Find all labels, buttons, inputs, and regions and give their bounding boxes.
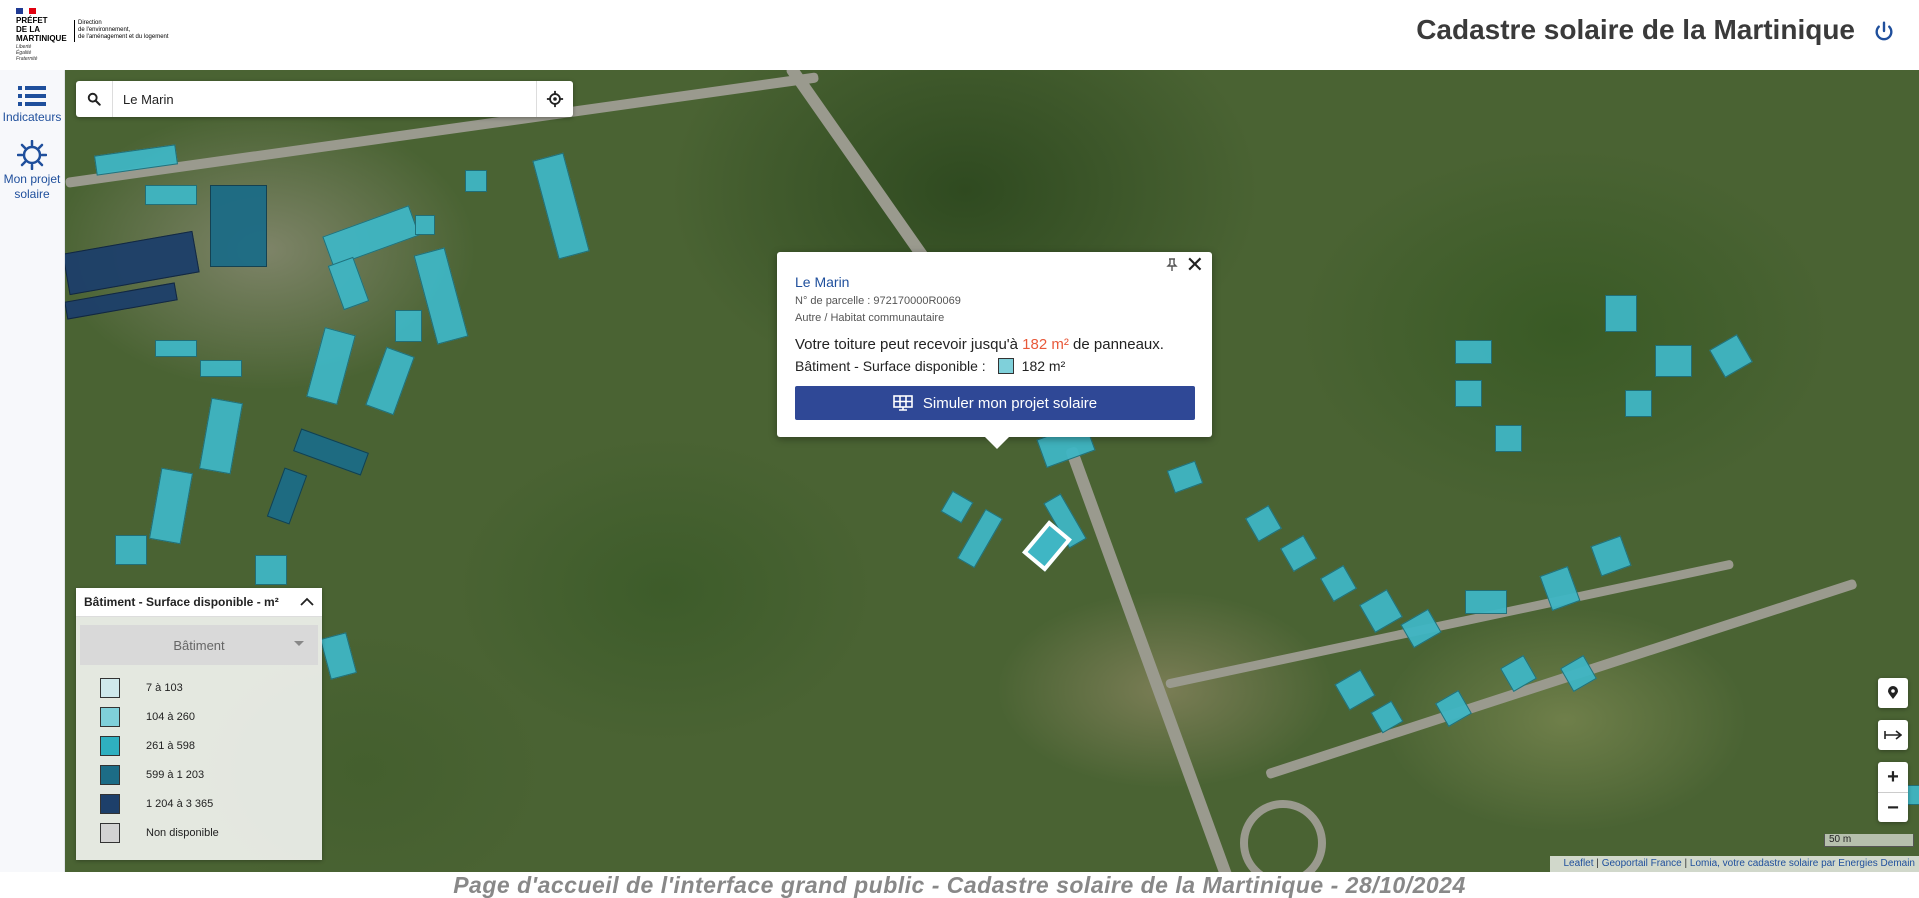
sun-icon [17,140,47,170]
popup-title: Le Marin [795,274,850,290]
building[interactable] [1560,655,1597,692]
search-icon[interactable] [76,81,113,117]
zoom-in-button[interactable]: + [1878,762,1908,793]
map-roundabout [1240,800,1326,872]
surface-value: 182 m² [1022,336,1069,353]
building[interactable] [115,535,147,565]
list-icon [18,86,46,106]
building[interactable] [255,555,287,585]
building-popup: ✕ Le Marin N° de parcelle : 972170000R00… [777,252,1212,449]
map-canvas[interactable] [65,70,1919,872]
building[interactable] [155,340,197,357]
simulate-project-button[interactable]: Simuler mon projet solaire [795,386,1195,420]
legend-panel: Bâtiment - Surface disponible - m² Bâtim… [76,588,322,860]
app-title: Cadastre solaire de la Martinique [1416,14,1855,45]
building[interactable] [1655,345,1692,377]
scale-bar: 50 m [1824,834,1914,847]
legend-item: Non disponible [76,818,322,847]
building-type: Autre / Habitat communautaire [795,312,945,324]
building[interactable] [293,428,369,476]
service-name: Direction de l'environnement, de l'aména… [74,20,169,42]
legend-item: 104 à 260 [76,702,322,731]
legend-swatch [100,677,120,698]
building[interactable] [1625,390,1652,417]
map-road [1065,445,1234,872]
legend-item: 599 à 1 203 [76,760,322,789]
building[interactable] [395,310,422,342]
pin-icon[interactable] [1166,258,1178,275]
search-bar [76,81,573,117]
legend-item: 1 204 à 3 365 [76,789,322,818]
building[interactable] [1320,565,1357,602]
chevron-up-icon[interactable] [300,597,314,607]
building[interactable] [1495,425,1522,452]
map-road [1165,559,1735,689]
building[interactable] [210,185,267,267]
power-icon[interactable] [1873,20,1899,46]
leaflet-link[interactable]: Leaflet [1564,858,1594,869]
building[interactable] [327,256,370,311]
surface-summary: Votre toiture peut recevoir jusqu'à 182 … [795,336,1164,353]
building[interactable] [465,170,487,192]
screenshot-caption: Page d'accueil de l'interface grand publ… [0,872,1919,898]
prefecture-logo: PRÉFET DE LA MARTINIQUE Liberté Égalité … [16,8,176,62]
building[interactable] [1334,669,1376,711]
legend-swatch [100,793,120,814]
building[interactable] [1280,535,1317,572]
french-flag-icon [16,8,37,14]
building[interactable] [1465,590,1507,614]
building[interactable] [940,490,974,524]
building[interactable] [1359,589,1403,633]
building[interactable] [1400,608,1442,649]
building[interactable] [1590,535,1632,577]
zoom-out-button[interactable]: − [1878,793,1908,823]
building[interactable] [532,152,590,260]
legend-swatch [100,822,120,843]
marker-icon[interactable] [1878,678,1908,708]
legend-item: 7 à 103 [76,673,322,702]
building[interactable] [1166,460,1204,494]
legend-swatch [100,706,120,727]
building[interactable] [1709,334,1753,378]
layer-select[interactable]: Bâtiment [80,625,318,665]
building[interactable] [200,360,242,377]
geoportail-link[interactable]: Geoportail France [1602,858,1682,869]
building[interactable] [148,467,194,545]
building[interactable] [145,185,197,205]
locate-icon[interactable] [536,81,573,117]
building[interactable] [198,397,244,475]
building[interactable] [415,215,435,235]
building[interactable] [320,632,357,680]
legend-header[interactable]: Bâtiment - Surface disponible - m² [76,588,322,617]
building[interactable] [322,205,420,267]
chevron-down-icon [294,641,304,646]
parcel-number: N° de parcelle : 972170000R0069 [795,295,961,307]
legend-swatch [100,735,120,756]
building[interactable] [365,346,415,416]
zoom-control: + − [1878,762,1908,822]
building[interactable] [1605,295,1637,332]
legend-item: 261 à 598 [76,731,322,760]
building[interactable] [1245,505,1282,542]
building[interactable] [1455,340,1492,364]
legend-swatch [997,358,1014,374]
measure-icon[interactable] [1878,720,1908,750]
map-attribution: Leaflet | Geoportail France | Lomia, vot… [1550,856,1919,872]
building[interactable] [65,230,200,296]
building[interactable] [306,327,356,405]
solar-panel-icon [893,395,913,411]
building[interactable] [266,467,308,525]
building[interactable] [1455,380,1482,407]
sidebar-item-indicateurs[interactable]: Indicateurs [0,84,64,125]
app-header: PRÉFET DE LA MARTINIQUE Liberté Égalité … [0,0,1919,71]
legend-swatch [100,764,120,785]
sidebar: Indicateurs Mon projet solaire [0,70,65,872]
sidebar-item-mon-projet-solaire[interactable]: Mon projet solaire [0,140,64,202]
lomia-link[interactable]: Lomia, votre cadastre solaire par Energi… [1690,858,1915,869]
available-surface: Bâtiment - Surface disponible :182 m² [795,358,1066,374]
close-icon[interactable]: ✕ [1186,254,1204,276]
search-input[interactable] [113,83,536,115]
